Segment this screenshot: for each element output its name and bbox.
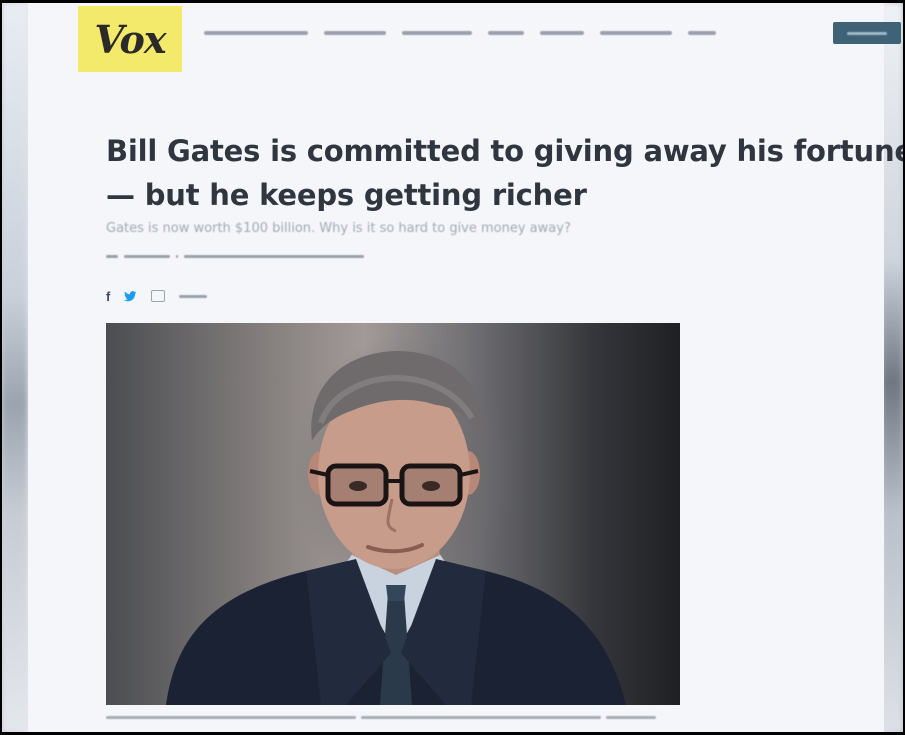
vox-logo[interactable]: Vox <box>78 6 182 72</box>
byline-text <box>106 254 118 258</box>
twitter-icon[interactable] <box>124 290 137 302</box>
nav-item[interactable] <box>540 31 584 35</box>
facebook-icon[interactable]: f <box>106 289 110 304</box>
nav-item[interactable] <box>402 31 472 35</box>
nav-item[interactable] <box>204 31 308 35</box>
share-bar: f <box>106 288 208 304</box>
byline <box>106 251 364 261</box>
byline-divider <box>176 254 178 258</box>
caption-text <box>361 715 601 719</box>
nav-item[interactable] <box>600 31 672 35</box>
logo-text: Vox <box>94 16 167 62</box>
blurred-background-right <box>881 3 903 732</box>
main-nav <box>204 29 716 37</box>
nav-item[interactable] <box>488 31 524 35</box>
updated-timestamp <box>184 254 364 258</box>
comments-link[interactable] <box>179 294 208 298</box>
article-headline: Bill Gates is committed to giving away h… <box>106 129 903 217</box>
headline-line-1: Bill Gates is committed to giving away h… <box>106 134 903 168</box>
hero-photo <box>106 323 680 705</box>
author-link[interactable] <box>124 254 170 258</box>
article-page: Vox Bill Gates is committed to giving aw… <box>28 3 903 732</box>
article-subhead: Gates is now worth $100 billion. Why is … <box>106 221 571 236</box>
video-frame: Vox Bill Gates is committed to giving aw… <box>2 3 903 732</box>
photo-credit <box>606 715 656 719</box>
blurred-background-left <box>2 3 28 732</box>
subscribe-label <box>847 31 887 35</box>
headline-line-2: — but he keeps getting richer <box>106 178 587 212</box>
subscribe-button[interactable] <box>833 22 901 44</box>
nav-item-more[interactable] <box>688 31 716 35</box>
comment-icon[interactable] <box>151 290 166 302</box>
portrait-photo <box>166 351 626 705</box>
nav-item[interactable] <box>324 31 386 35</box>
caption-text <box>106 715 356 719</box>
photo-caption <box>106 714 656 720</box>
